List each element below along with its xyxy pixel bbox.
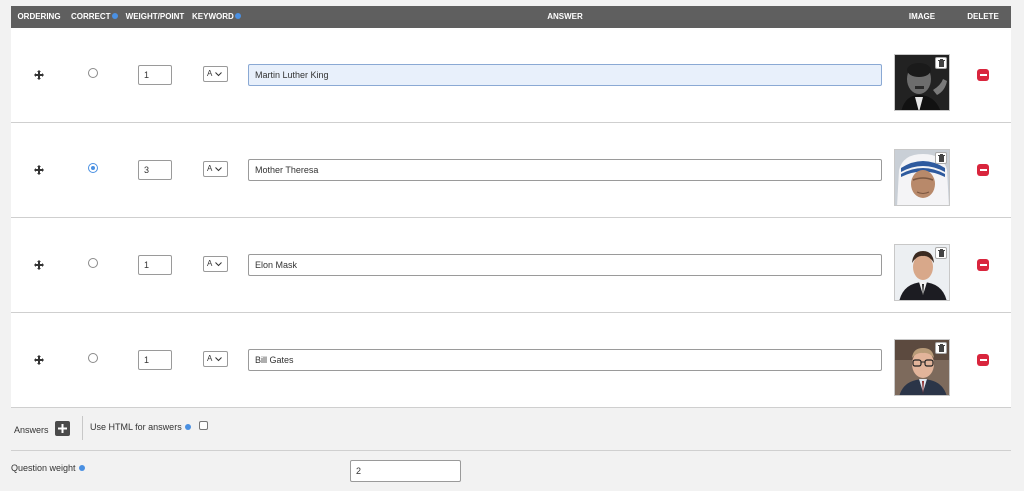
col-image: IMAGE	[908, 12, 936, 21]
answers-table: ORDERING CORRECT WEIGHT/POINT KEYWORD AN…	[11, 6, 1011, 408]
info-icon[interactable]	[185, 423, 192, 430]
move-handle-icon[interactable]	[32, 68, 46, 82]
delete-button[interactable]	[977, 164, 989, 176]
answer-image[interactable]	[894, 244, 950, 301]
correct-radio[interactable]	[88, 68, 98, 78]
col-correct: CORRECT	[71, 6, 118, 28]
info-icon[interactable]	[234, 12, 241, 19]
col-answer: ANSWER	[547, 12, 583, 21]
add-answer-button[interactable]	[55, 421, 70, 436]
trash-icon[interactable]	[935, 152, 947, 164]
col-keyword: KEYWORD	[192, 6, 241, 28]
answer-input[interactable]: Elon Mask	[248, 254, 882, 276]
use-html-label: Use HTML for answers	[90, 422, 192, 432]
answers-toolbar: Answers Use HTML for answers	[11, 408, 1011, 451]
question-weight-label: Question weight	[11, 463, 86, 473]
weight-input[interactable]: 1	[138, 350, 172, 370]
chevron-down-icon	[215, 166, 223, 171]
trash-icon[interactable]	[935, 247, 947, 259]
delete-button[interactable]	[977, 259, 989, 271]
weight-input[interactable]: 1	[138, 255, 172, 275]
move-handle-icon[interactable]	[32, 163, 46, 177]
trash-icon[interactable]	[935, 57, 947, 69]
table-row: 3 A Mother Theresa	[11, 123, 1011, 218]
delete-button[interactable]	[977, 69, 989, 81]
table-row: 1 A Martin Luther King	[11, 28, 1011, 123]
keyword-select[interactable]: A	[203, 161, 228, 177]
plus-icon	[58, 424, 67, 433]
trash-icon[interactable]	[935, 342, 947, 354]
answers-label: Answers	[14, 425, 49, 435]
keyword-select[interactable]: A	[203, 351, 228, 367]
table-row: 1 A Bill Gates	[11, 313, 1011, 408]
table-row: 1 A Elon Mask	[11, 218, 1011, 313]
answer-image[interactable]	[894, 54, 950, 111]
weight-input[interactable]: 1	[138, 65, 172, 85]
info-icon[interactable]	[111, 12, 118, 19]
chevron-down-icon	[215, 261, 223, 266]
correct-radio[interactable]	[88, 353, 98, 363]
use-html-checkbox[interactable]	[199, 421, 208, 430]
col-delete: DELETE	[967, 12, 999, 21]
divider	[82, 416, 83, 440]
answer-image[interactable]	[894, 339, 950, 396]
keyword-select[interactable]: A	[203, 66, 228, 82]
question-weight-input[interactable]: 2	[350, 460, 461, 482]
keyword-select[interactable]: A	[203, 256, 228, 272]
answer-image[interactable]	[894, 149, 950, 206]
chevron-down-icon	[215, 71, 223, 76]
info-icon[interactable]	[79, 464, 86, 471]
answer-input[interactable]: Mother Theresa	[248, 159, 882, 181]
move-handle-icon[interactable]	[32, 353, 46, 367]
chevron-down-icon	[215, 356, 223, 361]
col-ordering: ORDERING	[17, 12, 61, 21]
answer-input[interactable]: Martin Luther King	[248, 64, 882, 86]
correct-radio[interactable]	[88, 258, 98, 268]
correct-radio[interactable]	[88, 163, 98, 173]
weight-input[interactable]: 3	[138, 160, 172, 180]
delete-button[interactable]	[977, 354, 989, 366]
answer-input[interactable]: Bill Gates	[248, 349, 882, 371]
table-header: ORDERING CORRECT WEIGHT/POINT KEYWORD AN…	[11, 6, 1011, 28]
col-weight: WEIGHT/POINT	[125, 12, 185, 21]
move-handle-icon[interactable]	[32, 258, 46, 272]
